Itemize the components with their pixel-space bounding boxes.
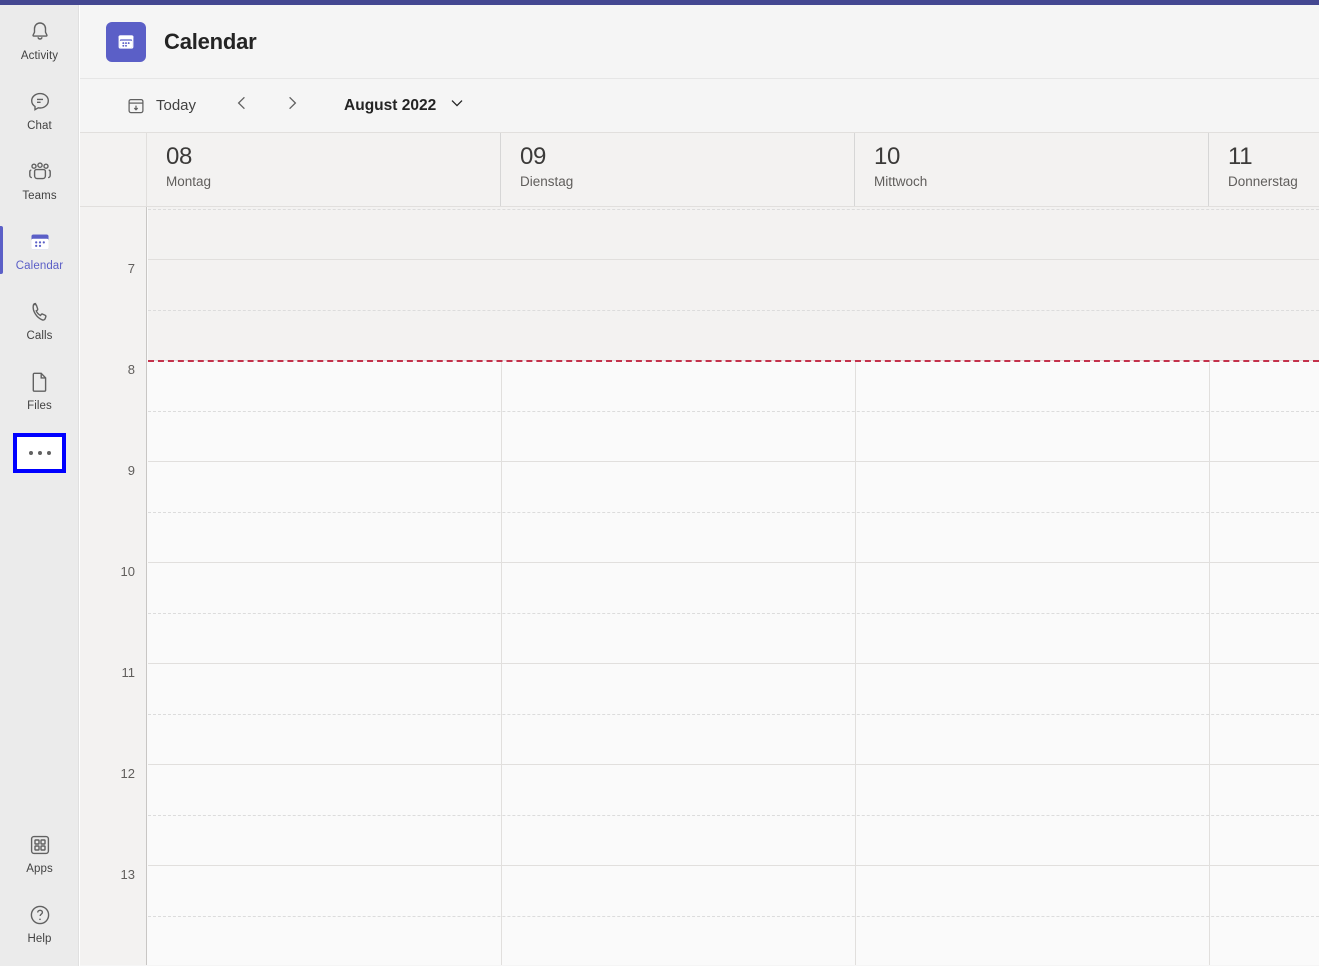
day-number: 10 bbox=[874, 142, 1208, 172]
day-name: Donnerstag bbox=[1228, 173, 1319, 191]
day-column-mittwoch[interactable] bbox=[856, 207, 1210, 965]
sidebar-item-label: Activity bbox=[21, 49, 58, 63]
day-header-row: 08 Montag 09 Dienstag 10 Mittwoch 11 Don… bbox=[80, 133, 1319, 207]
ellipsis-icon bbox=[38, 451, 42, 455]
hour-label: 12 bbox=[121, 766, 135, 782]
month-label: August 2022 bbox=[344, 97, 436, 115]
sidebar-item-calls[interactable]: Calls bbox=[0, 285, 79, 355]
day-number: 09 bbox=[520, 142, 854, 172]
day-name: Mittwoch bbox=[874, 173, 1208, 191]
sidebar-item-teams[interactable]: Teams bbox=[0, 145, 79, 215]
more-options-button[interactable] bbox=[13, 433, 66, 473]
day-column-dienstag[interactable] bbox=[502, 207, 856, 965]
calendar-toolbar: Today August 2022 bbox=[80, 79, 1319, 133]
sidebar-item-label: Chat bbox=[27, 119, 52, 133]
chevron-left-icon bbox=[232, 93, 252, 118]
sidebar-item-activity[interactable]: Activity bbox=[0, 5, 79, 75]
day-number: 11 bbox=[1228, 142, 1319, 172]
day-header-dienstag[interactable]: 09 Dienstag bbox=[501, 133, 855, 206]
hour-label: 7 bbox=[128, 261, 135, 277]
ellipsis-icon bbox=[29, 451, 33, 455]
teams-icon bbox=[26, 158, 54, 186]
next-week-button[interactable] bbox=[272, 89, 312, 123]
month-picker-button[interactable]: August 2022 bbox=[338, 89, 472, 123]
day-column-montag[interactable] bbox=[148, 207, 502, 965]
app-rail: Activity Chat bbox=[0, 5, 79, 966]
question-circle-icon bbox=[26, 901, 54, 929]
day-name: Dienstag bbox=[520, 173, 854, 191]
previous-week-button[interactable] bbox=[222, 89, 262, 123]
chevron-down-icon bbox=[448, 94, 466, 117]
sidebar-item-files[interactable]: Files bbox=[0, 355, 79, 425]
calendar-grid: 08 Montag 09 Dienstag 10 Mittwoch 11 Don… bbox=[80, 133, 1319, 965]
more-options-wrap bbox=[0, 425, 79, 481]
app-rail-top-group: Activity Chat bbox=[0, 5, 78, 481]
sidebar-item-apps[interactable]: Apps bbox=[0, 818, 79, 888]
day-header-mittwoch[interactable]: 10 Mittwoch bbox=[855, 133, 1209, 206]
day-columns bbox=[148, 207, 1319, 965]
hour-label: 13 bbox=[121, 867, 135, 883]
ellipsis-icon bbox=[47, 451, 51, 455]
sidebar-item-help[interactable]: Help bbox=[0, 888, 79, 958]
hour-label: 8 bbox=[128, 362, 135, 378]
chat-icon bbox=[26, 88, 54, 116]
day-column-donnerstag[interactable] bbox=[1210, 207, 1319, 965]
time-grid-inner: 7 8 9 10 11 12 13 bbox=[80, 207, 1319, 965]
today-button-label: Today bbox=[156, 97, 196, 114]
time-grid-scroll-area[interactable]: 7 8 9 10 11 12 13 bbox=[80, 207, 1319, 965]
sidebar-item-label: Teams bbox=[22, 189, 56, 203]
calendar-icon bbox=[106, 22, 146, 62]
hour-label: 10 bbox=[121, 564, 135, 580]
app-rail-bottom-group: Apps Help bbox=[0, 818, 78, 958]
day-header-montag[interactable]: 08 Montag bbox=[147, 133, 501, 206]
calendar-icon bbox=[26, 228, 54, 256]
hour-label: 9 bbox=[128, 463, 135, 479]
sidebar-item-label: Calls bbox=[26, 329, 52, 343]
day-header-gutter-spacer bbox=[80, 133, 147, 206]
day-number: 08 bbox=[166, 142, 500, 172]
day-header-donnerstag[interactable]: 11 Donnerstag bbox=[1209, 133, 1319, 206]
calendar-app-region: Calendar Today bbox=[80, 5, 1319, 966]
sidebar-item-label: Apps bbox=[26, 862, 53, 876]
page-title: Calendar bbox=[164, 29, 257, 55]
phone-icon bbox=[26, 298, 54, 326]
today-button[interactable]: Today bbox=[118, 89, 204, 123]
sidebar-item-label: Files bbox=[27, 399, 52, 413]
apps-grid-icon bbox=[26, 831, 54, 859]
sidebar-item-chat[interactable]: Chat bbox=[0, 75, 79, 145]
app-header: Calendar bbox=[80, 5, 1319, 79]
time-gutter: 7 8 9 10 11 12 13 bbox=[80, 207, 147, 965]
bell-icon bbox=[26, 18, 54, 46]
sidebar-item-calendar[interactable]: Calendar bbox=[0, 215, 79, 285]
window-accent-bar bbox=[0, 0, 1319, 5]
teams-calendar-window: Activity Chat bbox=[0, 0, 1319, 966]
chevron-right-icon bbox=[282, 93, 302, 118]
sidebar-item-label: Help bbox=[27, 932, 51, 946]
today-calendar-icon bbox=[126, 96, 146, 116]
sidebar-item-label: Calendar bbox=[16, 259, 63, 273]
hour-label: 11 bbox=[122, 665, 136, 681]
file-icon bbox=[26, 368, 54, 396]
day-name: Montag bbox=[166, 173, 500, 191]
